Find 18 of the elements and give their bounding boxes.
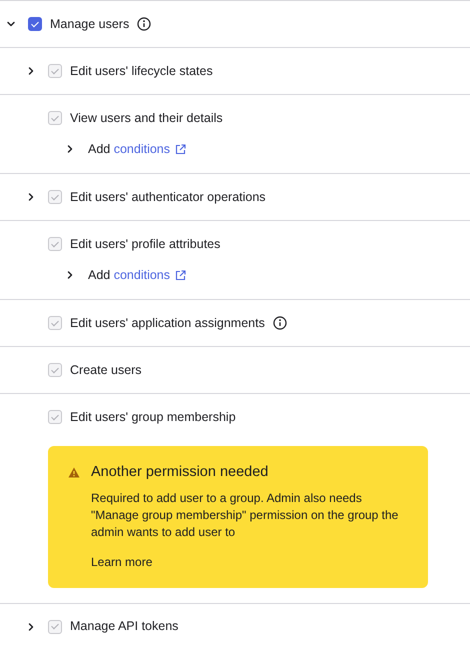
warning-icon	[68, 467, 80, 478]
info-icon[interactable]	[137, 17, 152, 31]
permission-label: View users and their details	[70, 110, 223, 127]
add-conditions-text: Add conditions	[88, 266, 170, 284]
external-link-icon[interactable]	[175, 270, 186, 280]
checkbox[interactable]	[28, 17, 42, 31]
permission-label: Edit users' application assignments	[70, 314, 265, 332]
add-conditions-text: Add conditions	[88, 140, 170, 158]
permission-label: Manage users	[50, 16, 130, 33]
permission-label: Manage API tokens	[70, 618, 178, 636]
permission-label: Create users	[70, 362, 142, 379]
permission-label: Edit users' profile attributes	[70, 236, 220, 253]
permission-label: Edit users' group membership	[70, 408, 236, 426]
permission-label: Edit users' lifecycle states	[70, 62, 213, 80]
warning-message: Required to add user to a group. Admin also needs "Manage group membership" permission on the group the admin wants to add user to	[91, 490, 400, 541]
permission-label: Edit users' authenticator operations	[70, 188, 266, 206]
warning-title: Another permission needed	[91, 463, 268, 482]
external-link-icon[interactable]	[175, 144, 186, 154]
